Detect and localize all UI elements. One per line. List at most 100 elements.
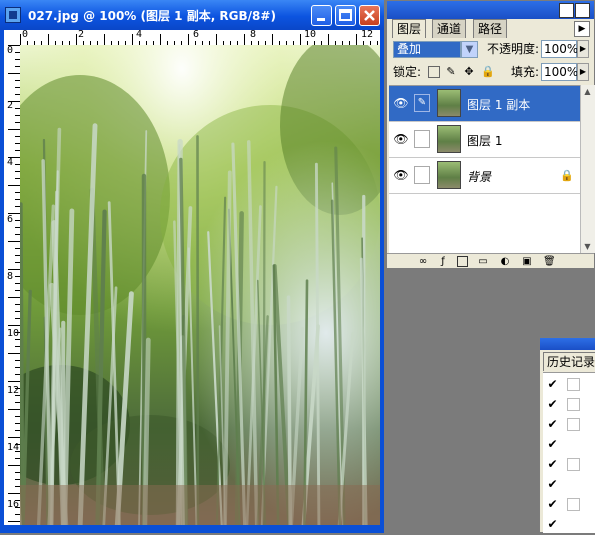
- scroll-down-icon[interactable]: ▼: [582, 241, 593, 252]
- snapshot-box[interactable]: [567, 418, 580, 431]
- tab-layers[interactable]: 图层: [392, 19, 426, 38]
- ruler-label: 10: [7, 328, 19, 339]
- layers-bottom-toolbar: ∞ ƒ ▭ ◐ ▣ 🗑: [387, 253, 594, 268]
- link-cell[interactable]: [414, 130, 430, 148]
- ruler-label: 8: [250, 30, 256, 40]
- link-layers-icon[interactable]: ∞: [417, 256, 429, 267]
- ruler-label: 0: [22, 30, 28, 40]
- layer-row[interactable]: 👁 ✎ 图层 1 副本: [389, 86, 580, 122]
- layer-name: 图层 1: [467, 132, 502, 149]
- fill-input[interactable]: 100%: [541, 63, 577, 81]
- ruler-label: 16: [7, 499, 19, 510]
- bamboo-forest-canvas[interactable]: [20, 45, 380, 525]
- layer-name: 背景: [467, 168, 491, 185]
- fill-slider-button[interactable]: ▶: [577, 63, 589, 81]
- opacity-input[interactable]: 100%: [541, 40, 577, 58]
- eye-icon[interactable]: 👁: [393, 96, 409, 110]
- ruler-label: 2: [78, 30, 84, 40]
- maximize-icon: [336, 6, 355, 25]
- eye-icon[interactable]: 👁: [393, 132, 409, 146]
- new-group-icon[interactable]: ▭: [477, 256, 489, 267]
- lock-label: 锁定:: [393, 64, 421, 81]
- opacity-label: 不透明度:: [487, 41, 539, 58]
- panel-minimize-button[interactable]: [559, 3, 574, 18]
- layer-list: 👁 ✎ 图层 1 副本 👁 图层 1 👁 背景 🔒: [389, 85, 580, 254]
- layer-thumbnail: [437, 161, 461, 189]
- checkmark-icon[interactable]: ✔: [546, 418, 559, 431]
- ruler-label: 12: [7, 385, 19, 396]
- photoshop-document-icon: [5, 7, 21, 23]
- document-title-bar[interactable]: 027.jpg @ 100% (图层 1 副本, RGB/8#): [0, 0, 384, 30]
- ruler-ticks: [4, 45, 20, 525]
- ruler-label: 14: [7, 442, 19, 453]
- document-title: 027.jpg @ 100% (图层 1 副本, RGB/8#): [28, 7, 276, 24]
- layers-scrollbar[interactable]: ▲ ▼: [580, 85, 595, 253]
- checkmark-icon[interactable]: ✔: [546, 438, 559, 451]
- history-row[interactable]: ✔: [543, 495, 595, 515]
- layer-row[interactable]: 👁 图层 1: [389, 122, 580, 158]
- bamboo-forest-image: [20, 45, 380, 525]
- blend-mode-select[interactable]: 叠加: [393, 41, 461, 58]
- lock-all-icon[interactable]: 🔒: [481, 66, 493, 78]
- checkmark-icon[interactable]: ✔: [546, 458, 559, 471]
- checkmark-icon[interactable]: ✔: [546, 398, 559, 411]
- brush-icon[interactable]: ✎: [414, 94, 430, 112]
- snapshot-box[interactable]: [567, 378, 580, 391]
- ruler-label: 4: [136, 30, 142, 40]
- tab-channels[interactable]: 通道: [432, 19, 466, 38]
- checkmark-icon[interactable]: ✔: [546, 378, 559, 391]
- adjustment-layer-icon[interactable]: ◐: [499, 256, 511, 267]
- lock-icon: 🔒: [560, 169, 574, 182]
- layer-mask-icon[interactable]: [457, 256, 468, 267]
- chevron-down-icon[interactable]: ▼: [461, 41, 478, 58]
- ruler-ticks: [20, 30, 380, 45]
- link-cell[interactable]: [414, 166, 430, 184]
- scroll-up-icon[interactable]: ▲: [582, 86, 593, 97]
- layer-thumbnail: [437, 89, 461, 117]
- layer-style-icon[interactable]: ƒ: [437, 256, 449, 267]
- history-panel: 历史记录 ✔ ✔ ✔ ✔ ✔ ✔ ✔ ✔: [539, 337, 595, 533]
- ruler-label: 10: [304, 30, 316, 40]
- eye-icon[interactable]: 👁: [393, 168, 409, 182]
- vertical-ruler[interactable]: 0 2 4 6 8 10 12 14 16: [4, 45, 21, 525]
- history-row[interactable]: ✔: [543, 475, 595, 495]
- ruler-corner: [4, 30, 20, 45]
- maximize-button[interactable]: [335, 5, 356, 26]
- layers-panel: 图层 通道 路径 ▶ 叠加 ▼ 不透明度: 100% ▶ 锁定: ✎ ✥ 🔒 填…: [386, 0, 595, 268]
- history-row[interactable]: ✔: [543, 455, 595, 475]
- layer-thumbnail: [437, 125, 461, 153]
- lock-move-icon[interactable]: ✥: [463, 66, 475, 78]
- ruler-label: 2: [7, 100, 13, 111]
- minimize-icon: [312, 6, 331, 25]
- checkmark-icon[interactable]: ✔: [546, 478, 559, 491]
- ruler-label: 6: [193, 30, 199, 40]
- tab-paths[interactable]: 路径: [473, 19, 507, 38]
- history-list: ✔ ✔ ✔ ✔ ✔ ✔ ✔ ✔: [543, 372, 595, 533]
- panel-close-button[interactable]: [575, 3, 590, 18]
- opacity-slider-button[interactable]: ▶: [577, 40, 589, 58]
- history-row[interactable]: ✔: [543, 435, 595, 455]
- history-panel-header[interactable]: [540, 338, 595, 350]
- snapshot-box[interactable]: [567, 458, 580, 471]
- history-row[interactable]: ✔: [543, 415, 595, 435]
- history-row[interactable]: ✔: [543, 515, 595, 535]
- close-button[interactable]: [359, 5, 380, 26]
- layer-row[interactable]: 👁 背景 🔒: [389, 158, 580, 194]
- delete-layer-icon[interactable]: 🗑: [543, 256, 555, 267]
- ruler-label: 8: [7, 271, 13, 282]
- snapshot-box[interactable]: [567, 498, 580, 511]
- new-layer-icon[interactable]: ▣: [521, 256, 533, 267]
- history-row[interactable]: ✔: [543, 375, 595, 395]
- snapshot-box[interactable]: [567, 398, 580, 411]
- tab-history[interactable]: 历史记录: [543, 352, 595, 371]
- lock-brush-icon[interactable]: ✎: [445, 66, 457, 78]
- checkmark-icon[interactable]: ✔: [546, 518, 559, 531]
- horizontal-ruler[interactable]: 0 2 4 6 8 10 12: [20, 30, 380, 46]
- minimize-button[interactable]: [311, 5, 332, 26]
- checkmark-icon[interactable]: ✔: [546, 498, 559, 511]
- history-row[interactable]: ✔: [543, 395, 595, 415]
- lock-transparency-icon[interactable]: [428, 66, 440, 78]
- panel-menu-button[interactable]: ▶: [574, 21, 590, 37]
- ruler-label: 12: [361, 30, 373, 40]
- ruler-label: 4: [7, 157, 13, 168]
